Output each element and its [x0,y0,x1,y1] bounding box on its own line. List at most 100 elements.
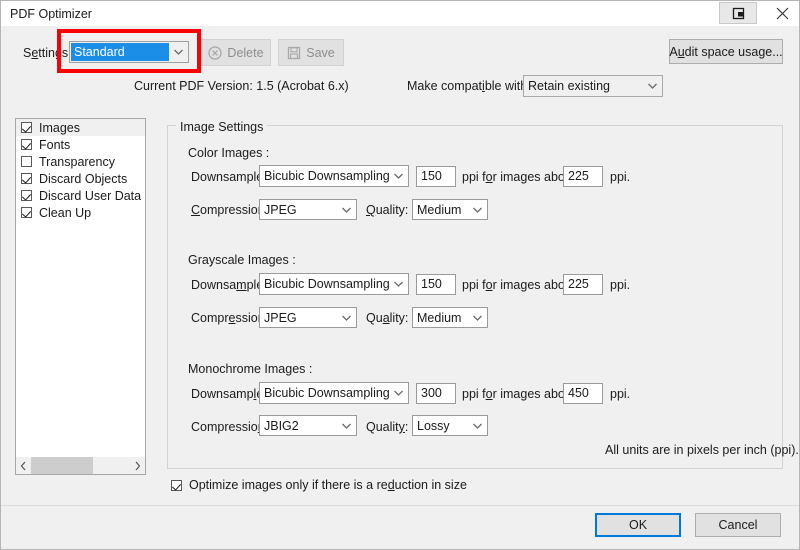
chevron-down-icon [389,166,408,186]
units-note: All units are in pixels per inch (ppi). [605,443,799,457]
audit-space-usage-button[interactable]: Audit space usage... [669,39,783,64]
grayscale-compression-value: JPEG [264,310,297,325]
color-downsample-combo[interactable]: Bicubic Downsampling to [259,165,409,187]
close-icon [776,7,788,19]
hscrollbar-thumb[interactable] [31,457,93,474]
optimize-reduction-checkbox-row[interactable]: Optimize images only if there is a reduc… [171,478,467,492]
chevron-down-icon [389,383,408,403]
color-quality-combo[interactable]: Medium [412,199,488,220]
list-item-images[interactable]: Images [16,119,145,136]
hscrollbar-track[interactable] [31,457,130,474]
list-item-discard-user-data[interactable]: Discard User Data [16,187,145,204]
make-compatible-combo[interactable]: Retain existing [523,75,663,97]
monochrome-quality-label: Quality: [366,420,409,434]
checkbox-clean-up[interactable] [21,207,32,218]
color-ppi-suffix: ppi. [610,170,631,184]
color-quality-value: Medium [417,202,462,217]
grayscale-downsample-label: Downsample: [191,278,267,292]
color-mid-text: ppi for images above [462,170,579,184]
image-settings-group-title: Image Settings [176,120,268,134]
chevron-down-icon [337,200,356,219]
color-threshold-input[interactable]: 225 [563,166,603,187]
list-item-label: Fonts [39,137,71,152]
checkbox-optimize-reduction[interactable] [171,479,182,491]
color-downsample-label: Downsample: [191,170,267,184]
chevron-left-icon[interactable] [16,457,31,474]
grayscale-quality-label: Quality: [366,311,409,325]
checkbox-transparency[interactable] [21,156,32,167]
monochrome-threshold-input[interactable]: 450 [563,383,603,404]
list-item-fonts[interactable]: Fonts [16,136,145,153]
monochrome-downsample-value: Bicubic Downsampling to [264,386,389,400]
title-bar: PDF Optimizer [1,1,799,26]
monochrome-quality-value: Lossy [417,418,450,433]
save-setting-button[interactable]: Save [278,39,344,66]
list-item-label: Transparency [39,154,115,169]
chevron-down-icon [169,42,188,62]
monochrome-ppi-suffix: ppi. [610,387,631,401]
ok-button[interactable]: OK [595,513,681,537]
grayscale-downsample-combo[interactable]: Bicubic Downsampling to [259,273,409,295]
color-downsample-value: Bicubic Downsampling to [264,169,389,183]
list-item-label: Clean Up [39,205,92,220]
settings-combo[interactable]: Standard [69,41,189,63]
monochrome-mid-text: ppi for images above [462,387,579,401]
settings-combo-value: Standard [71,43,169,61]
panel-list[interactable]: Images Fonts Transparency Discard Object… [15,118,146,475]
pdf-optimizer-window: PDF Optimizer Settings: Standard Delete … [0,0,800,550]
grayscale-quality-combo[interactable]: Medium [412,307,488,328]
floppy-disk-icon [287,46,301,60]
cancel-button[interactable]: Cancel [695,513,781,537]
checkbox-discard-user-data[interactable] [21,190,32,201]
monochrome-compression-value: JBIG2 [264,418,299,433]
color-ppi-input[interactable]: 150 [416,166,456,187]
restore-down-icon [732,7,744,19]
audit-space-usage-label: Audit space usage... [669,44,783,59]
delete-setting-label: Delete [227,45,264,60]
checkbox-discard-objects[interactable] [21,173,32,184]
monochrome-images-heading: Monochrome Images : [188,362,313,376]
grayscale-images-heading: Grayscale Images : [188,253,296,267]
grayscale-compression-combo[interactable]: JPEG [259,307,357,328]
settings-label: Settings: [23,46,72,60]
grayscale-downsample-value: Bicubic Downsampling to [264,277,389,291]
grayscale-ppi-input[interactable]: 150 [416,274,456,295]
chevron-down-icon [468,416,487,435]
monochrome-ppi-input[interactable]: 300 [416,383,456,404]
monochrome-compression-combo[interactable]: JBIG2 [259,415,357,436]
restore-down-button[interactable] [719,2,757,24]
close-button[interactable] [765,2,799,24]
monochrome-quality-combo[interactable]: Lossy [412,415,488,436]
monochrome-downsample-combo[interactable]: Bicubic Downsampling to [259,382,409,404]
grayscale-quality-value: Medium [417,310,462,325]
color-compression-label: Compression: [191,203,269,217]
panel-list-hscrollbar[interactable] [16,457,145,474]
chevron-down-icon [468,308,487,327]
make-compatible-value: Retain existing [524,79,643,93]
optimize-reduction-label: Optimize images only if there is a reduc… [189,478,467,492]
list-item-discard-objects[interactable]: Discard Objects [16,170,145,187]
monochrome-compression-label: Compression: [191,420,268,434]
grayscale-mid-text: ppi for images above [462,278,579,292]
color-quality-label: Quality: [366,203,409,217]
list-item-label: Discard User Data [39,188,142,203]
list-item-transparency[interactable]: Transparency [16,153,145,170]
delete-setting-button[interactable]: Delete [201,39,271,66]
save-setting-label: Save [306,45,335,60]
chevron-right-icon[interactable] [130,457,145,474]
list-item-label: Discard Objects [39,171,128,186]
color-compression-value: JPEG [264,202,297,217]
make-compatible-label: Make compatible with: [407,79,531,93]
color-compression-combo[interactable]: JPEG [259,199,357,220]
footer-divider [1,505,799,506]
color-images-heading: Color Images : [188,146,270,160]
grayscale-threshold-input[interactable]: 225 [563,274,603,295]
chevron-down-icon [643,76,662,96]
current-pdf-version: Current PDF Version: 1.5 (Acrobat 6.x) [134,79,349,93]
checkbox-images[interactable] [21,122,32,133]
list-item-clean-up[interactable]: Clean Up [16,204,145,221]
chevron-down-icon [389,274,408,294]
checkbox-fonts[interactable] [21,139,32,150]
chevron-down-icon [337,308,356,327]
list-item-label: Images [39,120,80,135]
